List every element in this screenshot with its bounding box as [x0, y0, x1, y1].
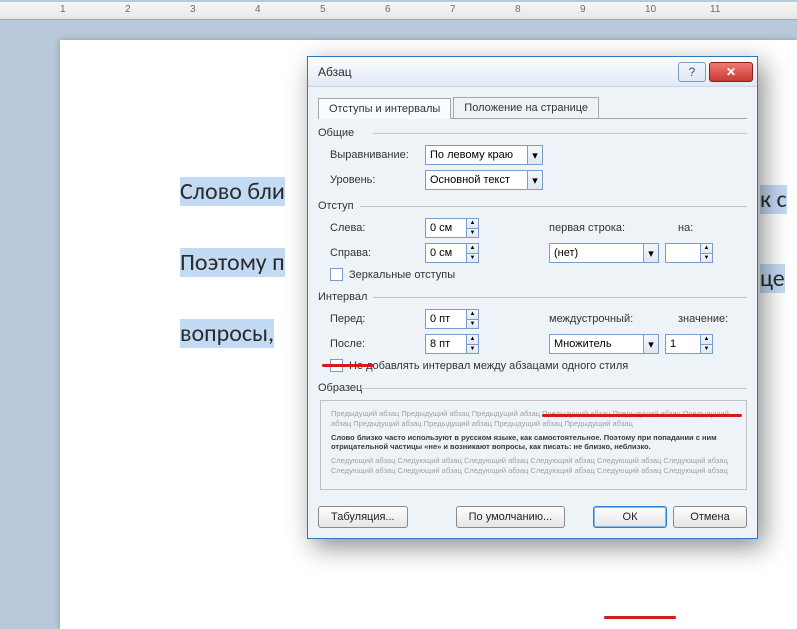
spinner-down-icon[interactable]: ▼	[467, 320, 478, 329]
spinner-down-icon[interactable]: ▼	[701, 345, 712, 354]
ok-button[interactable]: ОК	[593, 506, 667, 528]
spinner-down-icon[interactable]: ▼	[701, 254, 712, 263]
ruler-tick: 9	[580, 4, 586, 15]
no-same-style-label: Не добавлять интервал между абзацами одн…	[349, 360, 628, 372]
annotation-mark	[542, 414, 742, 417]
indent-right-label: Справа:	[330, 247, 425, 259]
dialog-title: Абзац	[318, 65, 352, 79]
linespacing-label: междустрочный:	[549, 313, 654, 325]
linespacing-combobox[interactable]: Множитель ▾	[549, 334, 659, 354]
doc-text: Поэтому п	[180, 248, 285, 277]
dialog-titlebar[interactable]: Абзац ? ✕	[308, 57, 757, 87]
ruler-tick: 1	[60, 4, 66, 15]
sample-strong: Слово близко часто используют в русском …	[331, 433, 736, 453]
ruler-tick: 11	[710, 4, 720, 15]
sample-grey: Следующий абзац Следующий абзац Следующи…	[331, 456, 736, 476]
annotation-mark	[322, 364, 374, 367]
level-value: Основной текст	[430, 174, 510, 186]
doc-text: Слово бли	[180, 177, 285, 206]
sample-grey: Предыдущий абзац Предыдущий абзац Предыд…	[331, 409, 736, 429]
alignment-combobox[interactable]: По левому краю ▾	[425, 145, 543, 165]
indent-left-label: Слева:	[330, 222, 425, 234]
chevron-down-icon[interactable]: ▾	[527, 171, 542, 189]
firstline-value: (нет)	[554, 247, 578, 259]
cancel-button[interactable]: Отмена	[673, 506, 747, 528]
before-spinner[interactable]: 0 пт ▲▼	[425, 309, 479, 329]
doc-text: вопросы,	[180, 319, 274, 348]
tabs-button[interactable]: Табуляция...	[318, 506, 408, 528]
annotation-mark	[604, 616, 676, 619]
linespacing-value: Множитель	[554, 338, 612, 350]
alignment-label: Выравнивание:	[330, 149, 425, 161]
tab-page-position[interactable]: Положение на странице	[453, 97, 599, 118]
before-value: 0 пт	[430, 313, 450, 325]
dialog-footer: Табуляция... По умолчанию... ОК Отмена	[318, 500, 747, 528]
close-button[interactable]: ✕	[709, 62, 753, 82]
ruler-tick: 2	[125, 4, 131, 15]
level-label: Уровень:	[330, 174, 425, 186]
at-value: 1	[670, 338, 676, 350]
group-sample: Образец Предыдущий абзац Предыдущий абза…	[318, 382, 747, 490]
group-indent-title: Отступ	[318, 200, 747, 212]
ruler-tick: 5	[320, 4, 326, 15]
after-label: После:	[330, 338, 425, 350]
ruler-tick: 8	[515, 4, 521, 15]
before-label: Перед:	[330, 313, 425, 325]
chevron-down-icon[interactable]: ▾	[643, 244, 658, 262]
firstline-combobox[interactable]: (нет) ▾	[549, 243, 659, 263]
alignment-value: По левому краю	[430, 149, 513, 161]
level-combobox[interactable]: Основной текст ▾	[425, 170, 543, 190]
help-button[interactable]: ?	[678, 62, 706, 82]
firstline-label: первая строка:	[549, 222, 654, 234]
ruler-tick: 6	[385, 4, 391, 15]
doc-text: к с	[760, 185, 787, 214]
doc-text: це	[760, 264, 785, 293]
spinner-up-icon[interactable]: ▲	[467, 244, 478, 254]
dialog-tabs: Отступы и интервалы Положение на страниц…	[318, 95, 747, 119]
at-label: значение:	[678, 313, 728, 325]
group-indent: Отступ Слева: 0 см ▲▼ первая строка: на:…	[318, 200, 747, 281]
indent-right-spinner[interactable]: 0 см ▲▼	[425, 243, 479, 263]
chevron-down-icon[interactable]: ▾	[643, 335, 658, 353]
spinner-up-icon[interactable]: ▲	[701, 244, 712, 254]
mirror-indents-label: Зеркальные отступы	[349, 269, 455, 281]
ruler-tick: 3	[190, 4, 196, 15]
spinner-up-icon[interactable]: ▲	[467, 310, 478, 320]
spinner-down-icon[interactable]: ▼	[467, 345, 478, 354]
chevron-down-icon[interactable]: ▾	[527, 146, 542, 164]
indent-left-value: 0 см	[430, 222, 452, 234]
spinner-up-icon[interactable]: ▲	[701, 335, 712, 345]
ruler-tick: 10	[645, 4, 656, 15]
tab-indents-spacing[interactable]: Отступы и интервалы	[318, 98, 451, 119]
group-interval: Интервал Перед: 0 пт ▲▼ междустрочный: з…	[318, 291, 747, 372]
ruler-tick: 7	[450, 4, 456, 15]
indent-left-spinner[interactable]: 0 см ▲▼	[425, 218, 479, 238]
spinner-down-icon[interactable]: ▼	[467, 229, 478, 238]
horizontal-ruler: 1 2 3 4 5 6 7 8 9 10 11	[0, 2, 797, 20]
default-button[interactable]: По умолчанию...	[456, 506, 566, 528]
indent-right-value: 0 см	[430, 247, 452, 259]
group-general: Общие Выравнивание: По левому краю ▾ Уро…	[318, 127, 747, 190]
group-general-title: Общие	[318, 127, 747, 139]
mirror-indents-checkbox[interactable]	[330, 268, 343, 281]
by-label: на:	[678, 222, 693, 234]
ruler-tick: 4	[255, 4, 261, 15]
after-spinner[interactable]: 8 пт ▲▼	[425, 334, 479, 354]
spinner-down-icon[interactable]: ▼	[467, 254, 478, 263]
group-sample-title: Образец	[318, 382, 747, 394]
group-interval-title: Интервал	[318, 291, 747, 303]
after-value: 8 пт	[430, 338, 450, 350]
paragraph-dialog: Абзац ? ✕ Отступы и интервалы Положение …	[307, 56, 758, 539]
at-spinner[interactable]: 1 ▲▼	[665, 334, 713, 354]
spinner-up-icon[interactable]: ▲	[467, 335, 478, 345]
spinner-up-icon[interactable]: ▲	[467, 219, 478, 229]
by-spinner[interactable]: ▲▼	[665, 243, 713, 263]
